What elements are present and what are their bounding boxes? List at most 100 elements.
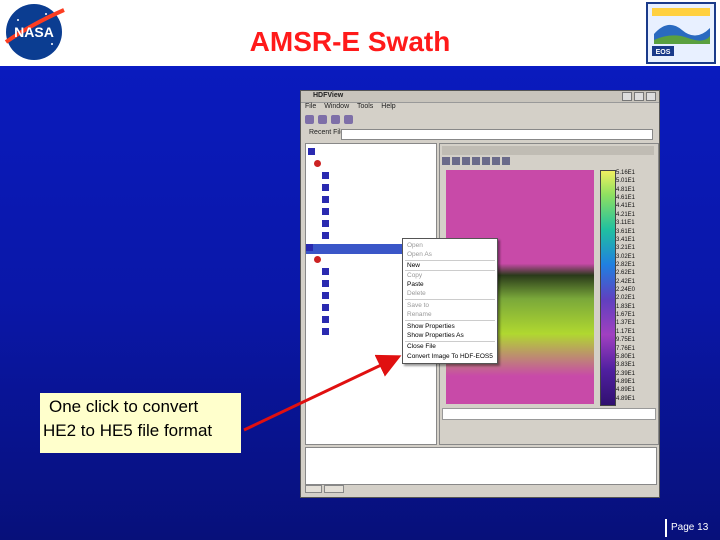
color-scale-label: 5.01E1 xyxy=(616,178,636,185)
palette-icon[interactable] xyxy=(462,157,470,165)
color-scale-label: 4.89E1 xyxy=(616,387,636,394)
histogram-icon[interactable] xyxy=(442,157,450,165)
minimize-button[interactable] xyxy=(622,92,632,101)
callout-line-2: HE2 to HE5 file format xyxy=(43,421,213,440)
menu-item-new[interactable]: New xyxy=(407,261,420,270)
dataset-icon xyxy=(322,304,329,311)
chart-icon[interactable] xyxy=(452,157,460,165)
tree-item[interactable] xyxy=(322,268,332,278)
menu-item-open-as[interactable]: Open As xyxy=(407,250,432,259)
color-scale-label: 2.82E1 xyxy=(616,261,636,268)
menu-file[interactable]: File xyxy=(305,103,316,110)
dataset-icon xyxy=(322,232,329,239)
save-file-icon[interactable] xyxy=(317,115,327,124)
tree-item[interactable] xyxy=(322,280,332,290)
color-scale-label: 2.42E1 xyxy=(616,278,636,285)
color-scale-label: 5.16E1 xyxy=(616,170,636,176)
menu-item-close-file[interactable]: Close File xyxy=(407,342,436,351)
tree-item[interactable] xyxy=(322,220,332,230)
tree-item[interactable] xyxy=(322,328,332,338)
image-toolbar xyxy=(442,157,654,167)
menu-item-show-properties-as[interactable]: Show Properties As xyxy=(407,331,464,340)
color-scale-labels: 5.16E1 5.01E1 4.81E1 4.61E1 4.41E1 4.21E1 3.11… xyxy=(616,170,656,404)
bottom-tabs xyxy=(305,485,346,495)
menu-item-convert-to-hdf-eos5[interactable]: Convert Image To HDF-EOS5 xyxy=(407,352,493,361)
folder-icon xyxy=(314,256,321,263)
slide-header: NASA AMSR-E Swath EOS xyxy=(0,0,720,70)
eos-logo-text: EOS xyxy=(656,49,671,56)
zoom-in-icon[interactable] xyxy=(482,157,490,165)
color-scale-label: 1.83E1 xyxy=(616,303,636,310)
zoom-out-icon[interactable] xyxy=(492,157,500,165)
dataset-icon xyxy=(322,208,329,215)
tree-item[interactable] xyxy=(308,148,318,158)
color-scale-label: 5.80E1 xyxy=(616,353,636,360)
color-scale-label: 7.76E1 xyxy=(616,345,636,352)
tree-item[interactable] xyxy=(322,184,332,194)
menu-tools[interactable]: Tools xyxy=(357,103,373,110)
close-file-icon[interactable] xyxy=(330,115,340,124)
window-title: HDFView xyxy=(313,92,344,99)
maximize-button[interactable] xyxy=(634,92,644,101)
recent-files-bar: Recent Files xyxy=(305,129,655,140)
dataset-icon xyxy=(322,220,329,227)
menu-item-copy[interactable]: Copy xyxy=(407,271,422,280)
menu-separator xyxy=(405,299,495,300)
recent-files-dropdown[interactable] xyxy=(341,129,653,140)
nasa-logo-text: NASA xyxy=(14,24,54,40)
color-scale-label: 2.62E1 xyxy=(616,270,636,277)
brightness-icon[interactable] xyxy=(472,157,480,165)
dataset-icon xyxy=(322,172,329,179)
dataset-icon xyxy=(322,280,329,287)
dataset-icon xyxy=(322,268,329,275)
menu-item-paste[interactable]: Paste xyxy=(407,280,424,289)
color-scale-label: 4.81E1 xyxy=(616,186,636,193)
tree-item[interactable] xyxy=(322,208,332,218)
toolbar xyxy=(305,115,655,127)
close-button[interactable] xyxy=(646,92,656,101)
menu-bar: File Window Tools Help xyxy=(305,103,402,113)
menu-window[interactable]: Window xyxy=(324,103,349,110)
tree-item[interactable] xyxy=(322,196,332,206)
tree-item[interactable] xyxy=(322,292,332,302)
eos-logo: EOS xyxy=(646,2,716,64)
color-scale-label: 4.41E1 xyxy=(616,203,636,210)
menu-item-open[interactable]: Open xyxy=(407,241,423,250)
tree-item[interactable] xyxy=(322,316,332,326)
tree-item[interactable] xyxy=(322,304,332,314)
tree-item[interactable] xyxy=(322,232,332,242)
color-scale-label: 3.41E1 xyxy=(616,236,636,243)
color-scale-label: 3.02E1 xyxy=(616,253,636,260)
color-scale-label: 4.61E1 xyxy=(616,195,636,202)
tree-item[interactable] xyxy=(322,172,332,182)
dataset-icon xyxy=(322,292,329,299)
callout-line-1: One click to convert xyxy=(49,397,199,416)
menu-item-save-to[interactable]: Save to xyxy=(407,301,429,310)
tree-item[interactable] xyxy=(314,160,324,170)
color-scale-label: 3.11E1 xyxy=(616,220,635,227)
color-scale-label: 2.24E0 xyxy=(616,287,636,293)
color-scale-label: 3.21E1 xyxy=(616,245,636,252)
color-scale-label: 9.75E1 xyxy=(616,337,636,344)
file-icon xyxy=(306,244,313,251)
flip-icon[interactable] xyxy=(502,157,510,165)
dataset-icon xyxy=(322,196,329,203)
window-controls xyxy=(620,92,656,103)
context-menu: Open Open As New Copy Paste Delete Save … xyxy=(402,238,498,364)
open-file-icon[interactable] xyxy=(305,115,314,124)
tree-item[interactable] xyxy=(314,256,324,266)
color-scale-label: 3.83E1 xyxy=(616,362,636,369)
menu-item-rename[interactable]: Rename xyxy=(407,310,432,319)
image-view-title xyxy=(442,146,654,155)
color-scale-label: 4.89E1 xyxy=(616,395,636,402)
folder-icon xyxy=(314,160,321,167)
menu-help[interactable]: Help xyxy=(381,103,395,110)
menu-item-delete[interactable]: Delete xyxy=(407,289,426,298)
tab-log-info[interactable] xyxy=(305,485,322,493)
page-number: Page 13 xyxy=(665,519,708,537)
tab-metadata[interactable] xyxy=(323,485,344,493)
color-scale-label: 2.39E1 xyxy=(616,370,636,377)
menu-item-show-properties[interactable]: Show Properties xyxy=(407,322,455,331)
help-icon[interactable] xyxy=(343,115,353,124)
log-pane xyxy=(305,447,657,485)
